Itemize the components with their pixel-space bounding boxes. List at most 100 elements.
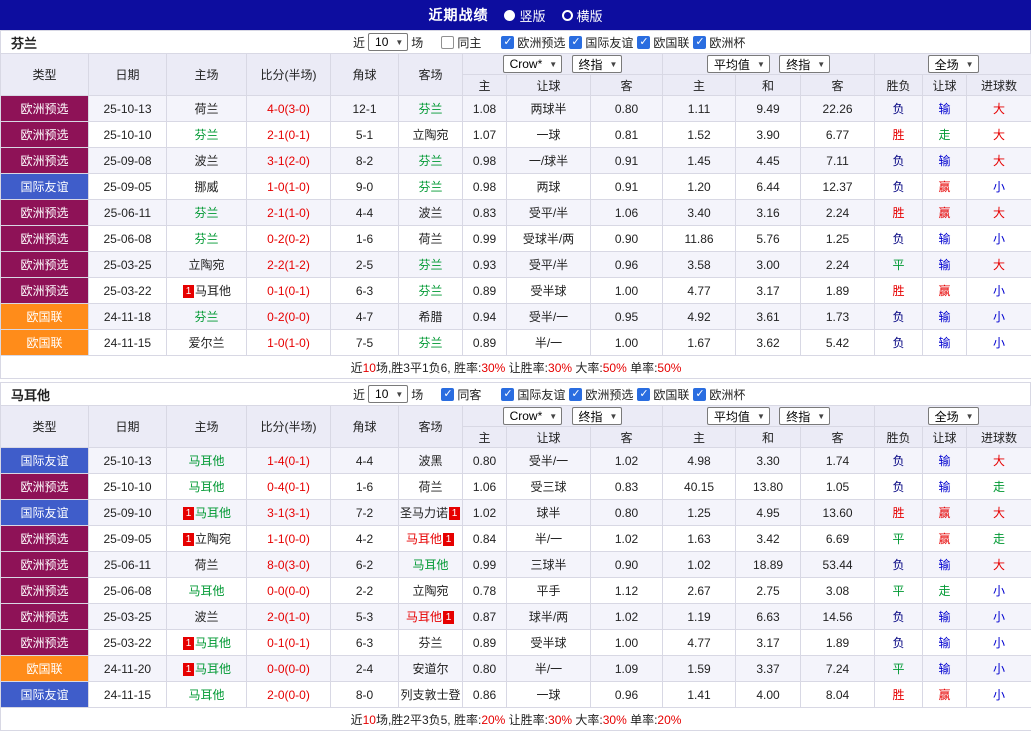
euro-draw-odds: 3.61 (735, 303, 802, 330)
euro-draw-odds: 4.00 (735, 681, 802, 708)
chevron-down-icon: ▼ (549, 411, 558, 421)
page-title: 近期战绩 (428, 7, 489, 23)
asian-handicap: 受半/一 (506, 447, 591, 474)
col-date: 日期 (88, 405, 167, 448)
final-odds-dropdown[interactable]: 终指 ▼ (571, 55, 623, 73)
score-cell: 0-4(0-1) (246, 473, 331, 500)
summary-value: 30% (481, 360, 506, 375)
result-cell: 负 (874, 447, 924, 474)
away-team: 马耳他 1 (398, 525, 463, 552)
asian-home-odds: 0.99 (462, 225, 507, 252)
recent-count-dropdown[interactable]: 10 ▼ (368, 33, 409, 51)
bookmaker-value: Crow* (509, 57, 543, 71)
summary-segment: 场,胜2平3负5, 胜率: (375, 712, 482, 727)
euro-away-odds: 1.89 (800, 629, 876, 656)
team-name-text: 立陶宛 (188, 258, 225, 272)
radio-vertical-layout[interactable]: 竖版 (504, 6, 546, 25)
same-venue-checkbox[interactable]: 同客 (441, 386, 481, 403)
corner-cell: 8-0 (330, 681, 399, 708)
asian-home-odds: 0.86 (462, 681, 507, 708)
competition-label: 国际友谊 (517, 387, 566, 402)
match-date: 25-10-10 (88, 473, 167, 500)
bookmaker-dropdown[interactable]: Crow* ▼ (502, 55, 563, 73)
competition-checkbox-0[interactable]: 欧洲预选 (501, 34, 565, 51)
recent-count-dropdown[interactable]: 10 ▼ (368, 385, 409, 403)
filter-bar: 近 10 ▼ 场 同主 欧洲预选 国际友谊 欧国联 欧洲杯 (353, 33, 747, 51)
euro-home-odds: 1.20 (662, 173, 737, 200)
red-card-badge: 1 (443, 611, 454, 624)
goals-result-cell: 大 (966, 121, 1031, 148)
corner-cell: 6-3 (330, 629, 399, 656)
competition-checkbox-3[interactable]: 欧洲杯 (693, 34, 745, 51)
competition-checkbox-1[interactable]: 国际友谊 (569, 34, 633, 51)
fulltime-dropdown[interactable]: 全场 ▼ (927, 407, 979, 425)
euro-odds-header: 平均值 ▼ 终指 ▼ (662, 405, 876, 427)
away-team: 波黑 (398, 447, 463, 474)
competition-checkbox-3[interactable]: 欧洲杯 (693, 386, 745, 403)
competition-checkbox-1[interactable]: 欧洲预选 (569, 386, 633, 403)
competition-checkbox-2[interactable]: 欧国联 (637, 34, 689, 51)
competition-checkbox-2[interactable]: 欧国联 (637, 386, 689, 403)
result-row: 欧洲预选 25-09-05 1 立陶宛 1-1(0-0) 4-2 马耳他 1 0.84 半/一 1.… (0, 525, 1031, 552)
match-type-badge: 欧国联 (0, 329, 89, 356)
score-cell: 2-0(1-0) (246, 603, 331, 630)
euro-home-odds: 4.77 (662, 629, 737, 656)
euro-draw-odds: 4.45 (735, 147, 802, 174)
goals-result-cell: 小 (966, 329, 1031, 356)
match-date: 25-09-08 (88, 147, 167, 174)
competition-label: 欧洲杯 (709, 387, 746, 402)
home-team: 荷兰 (166, 95, 247, 122)
result-cell: 负 (874, 173, 924, 200)
chevron-down-icon: ▼ (609, 411, 618, 421)
team-name-text: 芬兰 (418, 284, 443, 298)
result-cell: 平 (874, 525, 924, 552)
goals-result-cell: 小 (966, 173, 1031, 200)
asian-handicap: 两球半 (506, 95, 591, 122)
handicap-result-cell: 赢 (922, 173, 968, 200)
final-odds-dropdown-2[interactable]: 终指 ▼ (779, 55, 831, 73)
corner-cell: 6-3 (330, 277, 399, 304)
handicap-result-cell: 输 (922, 329, 968, 356)
average-dropdown[interactable]: 平均值 ▼ (706, 407, 770, 425)
match-date: 24-11-15 (88, 329, 167, 356)
col-corner: 角球 (330, 53, 399, 96)
col-handicap-result: 让球 (922, 74, 968, 96)
euro-away-odds: 1.74 (800, 447, 876, 474)
euro-away-odds: 3.08 (800, 577, 876, 604)
asian-home-odds: 0.87 (462, 603, 507, 630)
radio-icon (561, 9, 573, 21)
final-odds-dropdown[interactable]: 终指 ▼ (571, 407, 623, 425)
asian-away-odds: 1.02 (589, 603, 664, 630)
asian-home-odds: 0.78 (462, 577, 507, 604)
final-odds-value: 终指 (786, 409, 811, 424)
average-dropdown[interactable]: 平均值 ▼ (706, 55, 770, 73)
summary-segment: 场,胜3平1负6, 胜率: (375, 360, 482, 375)
match-type-badge: 欧洲预选 (0, 525, 89, 552)
asian-away-odds: 0.80 (589, 499, 664, 526)
away-team: 芬兰 (398, 173, 463, 200)
final-odds-dropdown-2[interactable]: 终指 ▼ (779, 407, 831, 425)
asian-handicap: 半/一 (506, 329, 591, 356)
result-cell: 平 (874, 251, 924, 278)
away-team: 芬兰 (398, 147, 463, 174)
summary-row: 近10场,胜2平3负5, 胜率:20% 让胜率:30% 大率:30% 单率:20… (0, 707, 1031, 731)
home-team: 1 马耳他 (166, 629, 247, 656)
result-row: 国际友谊 25-09-05 挪威 1-0(1-0) 9-0 芬兰 0.98 两球 0.91 1.2… (0, 173, 1031, 200)
asian-away-odds: 1.09 (589, 655, 664, 682)
match-date: 24-11-18 (88, 303, 167, 330)
bookmaker-dropdown[interactable]: Crow* ▼ (502, 407, 563, 425)
euro-away-odds: 1.73 (800, 303, 876, 330)
radio-horizontal-layout[interactable]: 横版 (561, 6, 603, 25)
competition-checkbox-0[interactable]: 国际友谊 (501, 386, 565, 403)
asian-handicap: 受半/一 (506, 303, 591, 330)
euro-draw-odds: 13.80 (735, 473, 802, 500)
asian-handicap: 半/一 (506, 655, 591, 682)
summary-value: 50% (602, 360, 627, 375)
same-venue-checkbox[interactable]: 同主 (441, 34, 481, 51)
summary-segment: 近 (350, 360, 363, 375)
col-type: 类型 (0, 405, 89, 448)
goals-result-cell: 走 (966, 473, 1031, 500)
team-name-text: 芬兰 (418, 258, 443, 272)
fulltime-dropdown[interactable]: 全场 ▼ (927, 55, 979, 73)
goals-result-cell: 小 (966, 303, 1031, 330)
